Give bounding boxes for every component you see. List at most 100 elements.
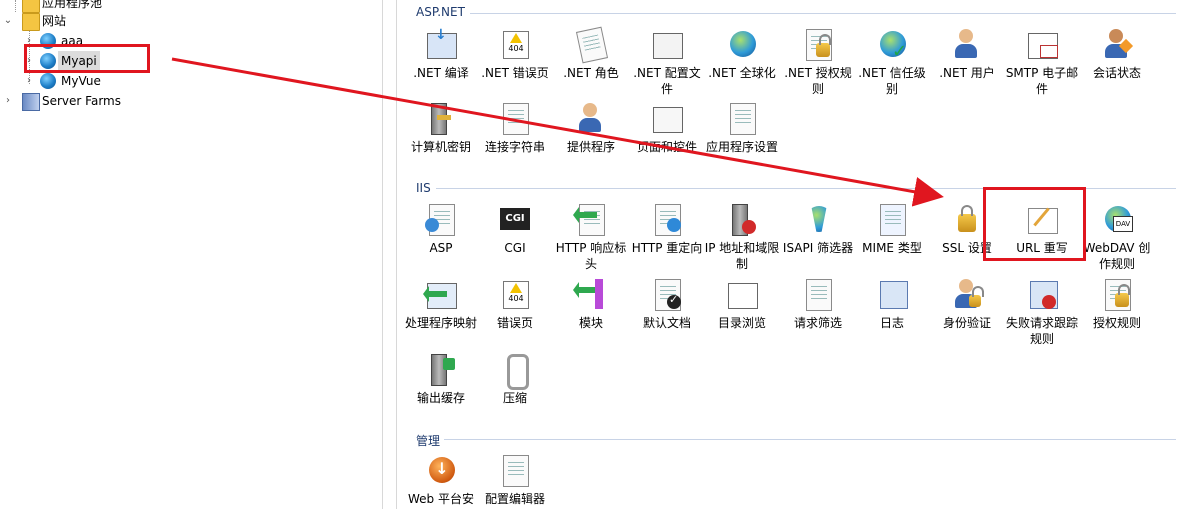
feature-connection-strings[interactable]: 连接字符串 xyxy=(476,101,554,155)
feature-label: 提供程序 xyxy=(566,140,615,154)
handler-mappings-icon xyxy=(423,277,459,313)
feature-label: 请求筛选 xyxy=(793,316,842,330)
feature-label: ASP xyxy=(429,241,453,255)
tree-item-server-farms[interactable]: › Server Farms xyxy=(0,91,380,111)
feature-providers[interactable]: 提供程序 xyxy=(552,101,630,155)
default-document-icon xyxy=(649,277,685,313)
feature-handler-mappings[interactable]: 处理程序映射 xyxy=(402,277,480,331)
net-profile-icon xyxy=(649,27,685,63)
feature-label: 目录浏览 xyxy=(717,316,766,330)
section-divider xyxy=(470,13,1176,14)
isapi-filters-icon xyxy=(800,202,836,238)
section-title-aspnet: ASP.NET xyxy=(416,5,465,19)
providers-icon xyxy=(573,101,609,137)
feature-configuration-editor[interactable]: 配置编辑器 xyxy=(476,453,554,507)
feature-cgi[interactable]: CGI CGI xyxy=(476,202,554,256)
http-redirect-icon xyxy=(649,202,685,238)
feature-label: .NET 全球化 xyxy=(708,66,776,80)
feature-label: Web 平台安 xyxy=(408,492,474,506)
feature-ip-domain-restrictions[interactable]: IP 地址和域限制 xyxy=(703,202,781,272)
ssl-settings-icon xyxy=(949,202,985,238)
annotation-highlight-myapi xyxy=(24,44,150,73)
feature-label: 应用程序设置 xyxy=(705,140,778,154)
feature-session-state[interactable]: 会话状态 xyxy=(1078,27,1156,81)
feature-isapi-filters[interactable]: ISAPI 筛选器 xyxy=(779,202,857,256)
feature-label: 会话状态 xyxy=(1092,66,1141,80)
feature-label: .NET 配置文件 xyxy=(633,66,701,96)
feature-net-users[interactable]: .NET 用户 xyxy=(928,27,1006,81)
feature-asp[interactable]: ASP xyxy=(402,202,480,256)
feature-failed-request-tracing[interactable]: 失败请求跟踪规则 xyxy=(1003,277,1081,347)
feature-label: .NET 授权规则 xyxy=(784,66,852,96)
pane-splitter[interactable] xyxy=(382,0,383,509)
feature-mime-types[interactable]: MIME 类型 xyxy=(853,202,931,256)
feature-label: 日志 xyxy=(879,316,904,330)
feature-net-globalization[interactable]: .NET 全球化 xyxy=(703,27,781,81)
feature-net-error-pages[interactable]: 404 .NET 错误页 xyxy=(476,27,554,81)
sites-folder-icon xyxy=(22,13,40,31)
feature-authentication[interactable]: 身份验证 xyxy=(928,277,1006,331)
net-users-icon xyxy=(949,27,985,63)
feature-request-filtering[interactable]: 请求筛选 xyxy=(779,277,857,331)
feature-error-pages[interactable]: 404 错误页 xyxy=(476,277,554,331)
feature-net-profile[interactable]: .NET 配置文件 xyxy=(628,27,706,97)
directory-browsing-icon xyxy=(724,277,760,313)
tree-item-label: MyVue xyxy=(61,74,101,88)
feature-label: 处理程序映射 xyxy=(404,316,477,330)
feature-machine-key[interactable]: 计算机密钥 xyxy=(402,101,480,155)
feature-authorization-rules[interactable]: 授权规则 xyxy=(1078,277,1156,331)
app-settings-icon xyxy=(724,101,760,137)
connections-tree: 应用程序池 ⌄ 网站 › aaa › Myapi › MyVue › Serve… xyxy=(0,0,382,509)
feature-label: IP 地址和域限制 xyxy=(704,241,780,271)
ip-domain-restrictions-icon xyxy=(724,202,760,238)
authentication-icon xyxy=(949,277,985,313)
feature-app-settings[interactable]: 应用程序设置 xyxy=(703,101,781,155)
feature-http-redirect[interactable]: HTTP 重定向 xyxy=(628,202,706,256)
request-filtering-icon xyxy=(800,277,836,313)
net-authorization-icon xyxy=(800,27,836,63)
session-state-icon xyxy=(1099,27,1135,63)
http-response-headers-icon xyxy=(573,202,609,238)
feature-label: ISAPI 筛选器 xyxy=(782,241,854,255)
feature-label: .NET 角色 xyxy=(563,66,619,80)
feature-smtp-email[interactable]: SMTP 电子邮件 xyxy=(1003,27,1081,97)
feature-net-authorization[interactable]: .NET 授权规则 xyxy=(779,27,857,97)
feature-logging[interactable]: 日志 xyxy=(853,277,931,331)
feature-label: 授权规则 xyxy=(1092,316,1141,330)
feature-net-trust-levels[interactable]: ✓ .NET 信任级别 xyxy=(853,27,931,97)
feature-output-caching[interactable]: 输出缓存 xyxy=(402,352,480,406)
authorization-rules-icon xyxy=(1099,277,1135,313)
feature-webdav-authoring[interactable]: DAV WebDAV 创作规则 xyxy=(1078,202,1156,272)
feature-compression[interactable]: 压缩 xyxy=(476,352,554,406)
server-farms-icon xyxy=(22,93,40,111)
feature-label: HTTP 重定向 xyxy=(631,241,703,255)
expand-chevron-icon[interactable]: › xyxy=(3,91,13,111)
feature-modules[interactable]: 模块 xyxy=(552,277,630,331)
configuration-editor-icon xyxy=(497,453,533,489)
feature-label: 页面和控件 xyxy=(636,140,697,154)
feature-default-document[interactable]: 默认文档 xyxy=(628,277,706,331)
feature-label: 压缩 xyxy=(502,391,527,405)
feature-http-response-headers[interactable]: HTTP 响应标头 xyxy=(552,202,630,272)
feature-net-compile[interactable]: ↓ .NET 编译 xyxy=(402,27,480,81)
tree-item-sites[interactable]: ⌄ 网站 xyxy=(0,11,380,31)
annotation-highlight-url-rewrite xyxy=(983,187,1086,261)
mime-types-icon xyxy=(874,202,910,238)
feature-label: MIME 类型 xyxy=(862,241,922,255)
compression-icon xyxy=(497,352,533,390)
modules-icon xyxy=(573,277,609,313)
feature-label: HTTP 响应标头 xyxy=(555,241,627,271)
feature-directory-browsing[interactable]: 目录浏览 xyxy=(703,277,781,331)
collapse-chevron-icon[interactable]: ⌄ xyxy=(3,11,13,31)
error-pages-icon: 404 xyxy=(497,277,533,313)
expand-chevron-icon[interactable]: › xyxy=(24,71,34,91)
feature-net-roles[interactable]: .NET 角色 xyxy=(552,26,630,81)
feature-pages-controls[interactable]: 页面和控件 xyxy=(628,101,706,155)
feature-label: CGI xyxy=(504,241,526,255)
feature-label: 模块 xyxy=(578,316,603,330)
feature-web-platform-installer[interactable]: Web 平台安 xyxy=(402,453,480,507)
cgi-icon: CGI xyxy=(497,202,533,238)
feature-label: 连接字符串 xyxy=(484,140,545,154)
tree-item-site-myvue[interactable]: › MyVue xyxy=(0,71,380,91)
logging-icon xyxy=(874,277,910,313)
